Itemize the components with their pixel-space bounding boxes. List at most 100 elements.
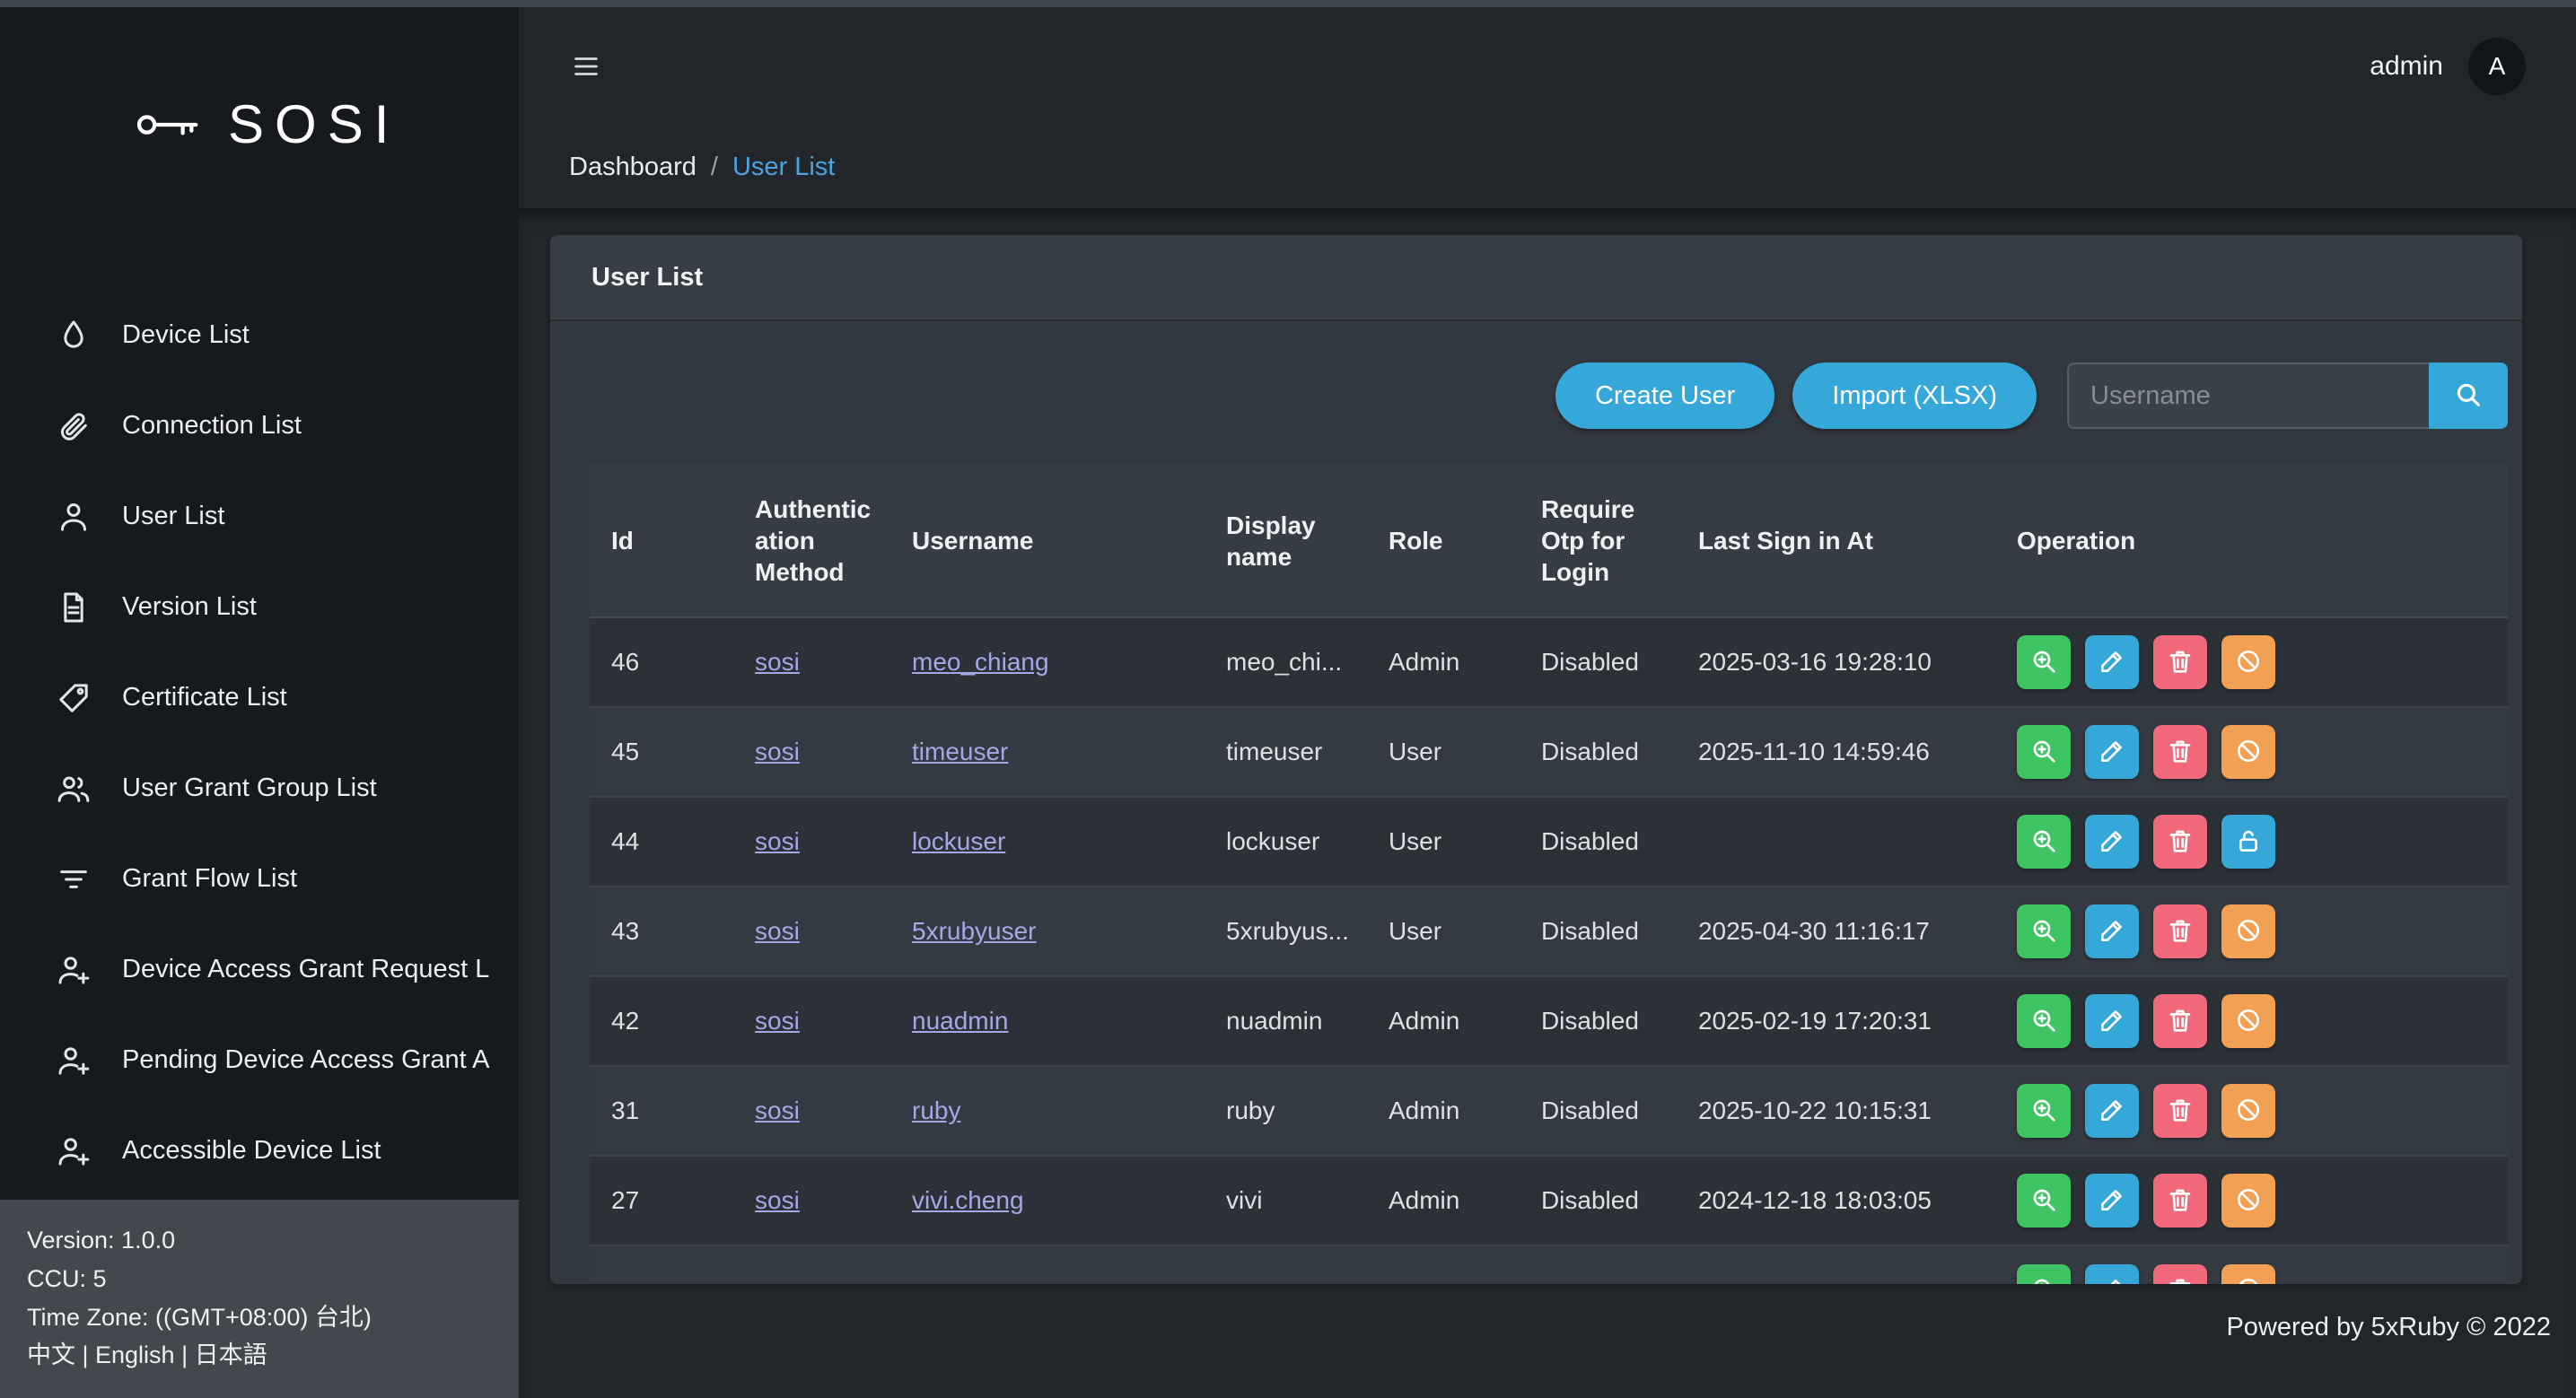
column-header-display-name: Display name	[1205, 465, 1367, 617]
unlock-button[interactable]	[2221, 815, 2275, 869]
ban-button[interactable]	[2221, 904, 2275, 958]
import-xlsx-button[interactable]: Import (XLSX)	[1792, 363, 2037, 429]
cell-last-sign-in: 2025-02-19 17:20:31	[1677, 976, 1995, 1066]
ban-button[interactable]	[2221, 994, 2275, 1048]
user-table: IdAuthentication MethodUsernameDisplay n…	[590, 465, 2508, 1284]
auth-method-link[interactable]: sosi	[755, 1186, 800, 1214]
username-link[interactable]: meo_chiang	[912, 648, 1049, 676]
droplet-icon	[56, 318, 92, 354]
cell-role: User	[1367, 707, 1520, 797]
table-header-row: IdAuthentication MethodUsernameDisplay n…	[590, 465, 2508, 617]
edit-button[interactable]	[2085, 994, 2139, 1048]
auth-method-link[interactable]: sosi	[755, 1007, 800, 1035]
edit-button[interactable]	[2085, 635, 2139, 689]
username-search-input[interactable]	[2067, 363, 2429, 429]
ban-icon	[2234, 737, 2263, 768]
pencil-icon	[2098, 737, 2126, 768]
ban-button[interactable]	[2221, 1264, 2275, 1285]
cell-role: Admin	[1367, 1156, 1520, 1245]
ban-icon	[2234, 1185, 2263, 1217]
cell-display-name: lockuser	[1205, 797, 1367, 887]
search-button[interactable]	[2429, 363, 2508, 429]
flow-lines-icon	[56, 861, 92, 897]
current-user-label[interactable]: admin	[2370, 51, 2443, 82]
delete-button[interactable]	[2153, 904, 2207, 958]
auth-method-link[interactable]: sosi	[755, 827, 800, 855]
auth-method-link[interactable]: sosi	[755, 648, 800, 676]
people-icon	[56, 771, 92, 807]
username-link[interactable]: timeuser	[912, 738, 1008, 765]
edit-button[interactable]	[2085, 1084, 2139, 1138]
language-switcher[interactable]: 中文 | English | 日本語	[27, 1336, 492, 1375]
create-user-button[interactable]: Create User	[1555, 363, 1774, 429]
edit-button[interactable]	[2085, 904, 2139, 958]
view-button[interactable]	[2017, 994, 2071, 1048]
ban-icon	[2234, 1006, 2263, 1037]
username-link[interactable]: 5xrubyuser	[912, 917, 1037, 945]
cell-role: User	[1367, 887, 1520, 976]
sidebar-item-version-list[interactable]: Version List	[0, 562, 519, 652]
auth-method-link[interactable]: sosi	[755, 917, 800, 945]
sidebar-item-device-access-grant-request-l[interactable]: Device Access Grant Request L	[0, 924, 519, 1015]
delete-button[interactable]	[2153, 994, 2207, 1048]
sidebar-item-device-list[interactable]: Device List	[0, 290, 519, 380]
avatar[interactable]: A	[2468, 38, 2526, 95]
delete-button[interactable]	[2153, 815, 2207, 869]
sidebar-item-pending-device-access-grant-a[interactable]: Pending Device Access Grant A	[0, 1015, 519, 1105]
breadcrumb: Dashboard / User List	[519, 126, 2576, 208]
cell-username: nuadmin	[890, 976, 1205, 1066]
auth-method-link[interactable]: sosi	[755, 1097, 800, 1124]
sidebar-item-connection-list[interactable]: Connection List	[0, 380, 519, 471]
sidebar-item-accessible-device-list[interactable]: Accessible Device List	[0, 1105, 519, 1196]
view-button[interactable]	[2017, 1174, 2071, 1228]
view-button[interactable]	[2017, 815, 2071, 869]
cell-otp: Disabled	[1520, 1066, 1677, 1156]
cell-operation	[1995, 976, 2508, 1066]
view-button[interactable]	[2017, 725, 2071, 779]
cell-operation	[1995, 1066, 2508, 1156]
username-link[interactable]: lockuser	[912, 827, 1005, 855]
table-row: 42sosinuadminnuadminAdminDisabled2025-02…	[590, 976, 2508, 1066]
delete-button[interactable]	[2153, 635, 2207, 689]
username-link[interactable]: ruby	[912, 1097, 960, 1124]
ban-icon	[2234, 1096, 2263, 1127]
view-button[interactable]	[2017, 1264, 2071, 1285]
sidebar-item-grant-flow-list[interactable]: Grant Flow List	[0, 834, 519, 924]
sidebar-footer: Version: 1.0.0 CCU: 5 Time Zone: ((GMT+0…	[0, 1200, 519, 1398]
edit-button[interactable]	[2085, 815, 2139, 869]
username-link[interactable]: nuadmin	[912, 1007, 1008, 1035]
delete-button[interactable]	[2153, 1084, 2207, 1138]
ban-button[interactable]	[2221, 1084, 2275, 1138]
delete-button[interactable]	[2153, 1174, 2207, 1228]
cell-otp: Disabled	[1520, 617, 1677, 707]
cell-id: 27	[590, 1156, 733, 1245]
view-button[interactable]	[2017, 904, 2071, 958]
delete-button[interactable]	[2153, 1264, 2207, 1285]
delete-button[interactable]	[2153, 725, 2207, 779]
edit-button[interactable]	[2085, 1264, 2139, 1285]
auth-method-link[interactable]: sosi	[755, 738, 800, 765]
hamburger-menu-icon[interactable]	[569, 51, 603, 82]
view-button[interactable]	[2017, 1084, 2071, 1138]
ban-icon	[2234, 916, 2263, 948]
cell-role: User	[1367, 797, 1520, 887]
edit-button[interactable]	[2085, 1174, 2139, 1228]
cell-id: 46	[590, 617, 733, 707]
sidebar-item-user-list[interactable]: User List	[0, 471, 519, 562]
edit-button[interactable]	[2085, 725, 2139, 779]
zoom-in-icon	[2029, 647, 2058, 678]
cell-role	[1367, 1245, 1520, 1284]
logo[interactable]: SOSI	[0, 7, 519, 155]
sidebar-item-user-grant-group-list[interactable]: User Grant Group List	[0, 743, 519, 834]
ban-button[interactable]	[2221, 1174, 2275, 1228]
ban-button[interactable]	[2221, 635, 2275, 689]
view-button[interactable]	[2017, 635, 2071, 689]
cell-role: Admin	[1367, 976, 1520, 1066]
sidebar-item-certificate-list[interactable]: Certificate List	[0, 652, 519, 743]
breadcrumb-item-dashboard[interactable]: Dashboard	[569, 153, 697, 182]
person-icon	[56, 499, 92, 535]
username-link[interactable]: vivi.cheng	[912, 1186, 1024, 1214]
ban-button[interactable]	[2221, 725, 2275, 779]
cell-last-sign-in: 2025-10-22 10:15:31	[1677, 1066, 1995, 1156]
main-area: admin A Dashboard / User List User List …	[519, 7, 2576, 1398]
